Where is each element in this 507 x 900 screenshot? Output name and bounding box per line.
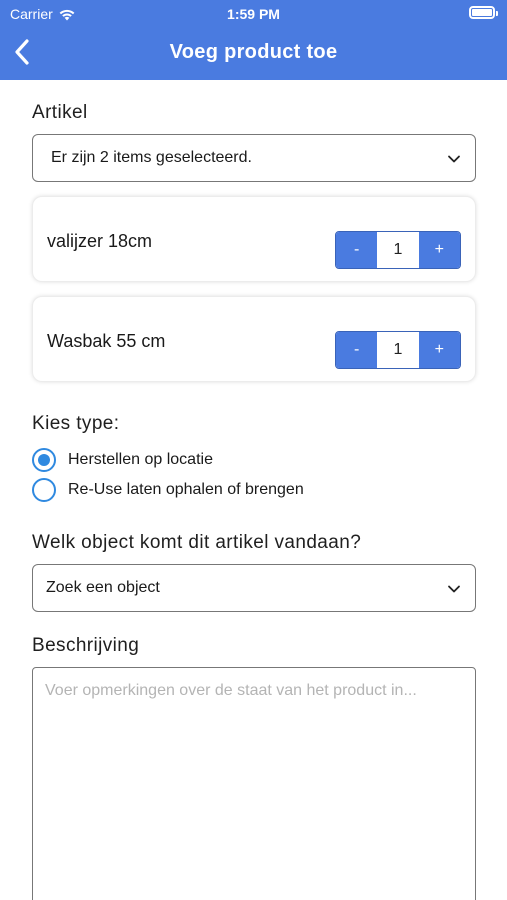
- beschrijving-label: Beschrijving: [32, 635, 140, 656]
- radio-unselected-icon: [32, 478, 56, 502]
- chevron-down-icon: [448, 155, 460, 163]
- header: Carrier 1:59 PM Voeg product toe: [0, 0, 507, 80]
- page-title: Voeg product toe: [169, 41, 338, 63]
- decrement-button[interactable]: -: [336, 232, 378, 268]
- item-name: valijzer 18cm: [47, 231, 153, 251]
- quantity-value[interactable]: 1: [377, 232, 419, 268]
- navigation-bar: Voeg product toe: [0, 28, 507, 80]
- status-bar: Carrier 1:59 PM: [0, 0, 507, 28]
- chevron-down-icon: [448, 585, 460, 593]
- artikel-select-value: Er zijn 2 items geselecteerd.: [51, 149, 252, 166]
- textarea-placeholder: Voer opmerkingen over de staat van het p…: [45, 682, 417, 699]
- increment-button[interactable]: +: [418, 332, 460, 368]
- quantity-value[interactable]: 1: [377, 332, 419, 368]
- radio-reuse[interactable]: Re-Use laten ophalen of brengen: [32, 478, 304, 502]
- artikel-select[interactable]: Er zijn 2 items geselecteerd.: [32, 134, 476, 182]
- quantity-stepper: - 1 +: [335, 231, 461, 269]
- type-label: Kies type:: [32, 413, 120, 434]
- list-item: valijzer 18cm - 1 +: [32, 196, 476, 282]
- radio-herstellen[interactable]: Herstellen op locatie: [32, 448, 213, 472]
- increment-button[interactable]: +: [418, 232, 460, 268]
- radio-label: Re-Use laten ophalen of brengen: [68, 481, 304, 498]
- beschrijving-textarea[interactable]: Voer opmerkingen over de staat van het p…: [32, 667, 476, 900]
- list-item: Wasbak 55 cm - 1 +: [32, 296, 476, 382]
- radio-selected-icon: [32, 448, 56, 472]
- object-label: Welk object komt dit artikel vandaan?: [32, 532, 362, 553]
- radio-label: Herstellen op locatie: [68, 451, 213, 468]
- object-select[interactable]: Zoek een object: [32, 564, 476, 612]
- decrement-button[interactable]: -: [336, 332, 378, 368]
- artikel-label: Artikel: [32, 102, 88, 123]
- object-select-value: Zoek een object: [46, 579, 160, 596]
- battery-icon: [469, 6, 498, 19]
- item-name: Wasbak 55 cm: [47, 331, 166, 351]
- quantity-stepper: - 1 +: [335, 331, 461, 369]
- status-time: 1:59 PM: [227, 6, 280, 22]
